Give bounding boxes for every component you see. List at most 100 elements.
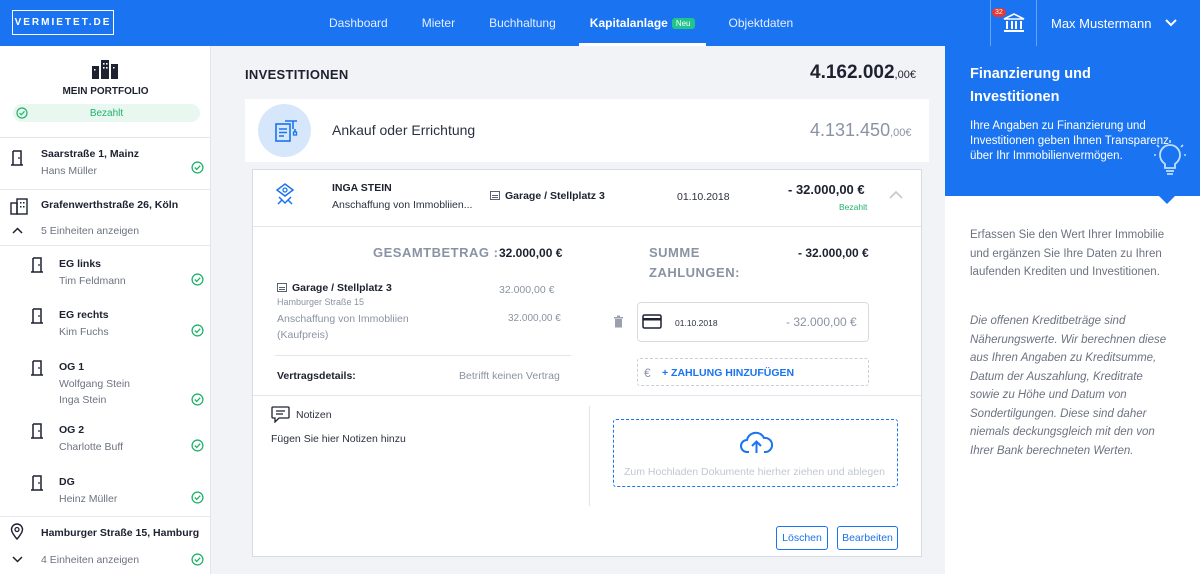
category-amount-cents: ,00€ [890,127,912,139]
nav-label: Kapitalanlage [589,16,668,30]
nav-buchhaltung[interactable]: Buchhaltung [478,0,567,46]
property-address: Grafenwerthstraße 26, Köln [41,199,179,211]
chevron-up-icon[interactable] [889,190,903,199]
unit-name: OG 2 [59,424,85,436]
property-item[interactable]: Hamburger Straße 15, Hamburg 4 Einheiten… [0,516,211,574]
portfolio-header[interactable]: MEIN PORTFOLIO Bezahlt [0,46,211,138]
entry-date: 01.10.2018 [677,191,730,203]
payments-label-line2: ZAHLUNGEN: [649,265,740,280]
payment-date: 01.10.2018 [675,318,718,328]
item-description: Anschaffung von Immobliien [277,313,409,325]
credit-card-icon [642,314,662,329]
category-card[interactable]: Ankauf oder Errichtung 4.131.450,00€ [245,99,929,162]
contract-label: Vertragsdetails: [277,370,356,382]
property-item[interactable]: Grafenwerthstraße 26, Köln 5 Einheiten a… [0,190,211,246]
notes-input[interactable]: Fügen Sie hier Notizen hinzu [271,433,406,445]
nav-dashboard[interactable]: Dashboard [318,0,399,46]
category-label: Ankauf oder Errichtung [332,122,476,138]
chevron-down-icon[interactable] [12,556,23,563]
nav-objektdaten[interactable]: Objektdaten [718,0,805,46]
item-address: Hamburger Straße 15 [277,297,365,307]
door-icon [31,257,43,273]
property-tenant: Hans Müller [41,165,98,177]
unit-tenant: Heinz Müller [59,493,118,505]
info-panel: Finanzierung und Investitionen Ihre Anga… [945,46,1200,574]
payment-item[interactable]: 01.10.2018 - 32.000,00 € [637,302,869,342]
contract-value: Betrifft keinen Vertrag [459,370,560,382]
location-pin-icon [10,523,24,540]
door-icon [31,360,43,376]
unit-name: OG 1 [59,361,85,373]
portfolio-title: MEIN PORTFOLIO [62,86,149,97]
sidebar: MEIN PORTFOLIO Bezahlt Saarstraße 1, Mai… [0,46,211,574]
property-address: Hamburger Straße 15, Hamburg [41,527,200,539]
info-panel-pointer [1159,196,1175,204]
category-icon-circle [258,104,311,157]
item-description-sub: (Kaufpreis) [277,329,329,341]
unit-tenant: Charlotte Buff [59,441,124,453]
add-payment-button[interactable]: € + ZAHLUNG HINZUFÜGEN [637,358,869,386]
construction-document-icon [274,119,297,142]
new-badge: Neu [671,17,695,29]
divider [275,355,571,356]
notes-title: Notizen [296,409,332,421]
nav-kapitalanlage[interactable]: Kapitalanlage Neu [578,0,706,46]
logo[interactable]: VERMIETET.DE [12,10,114,35]
notification-badge: 32 [992,8,1006,17]
unit-tenant: Tim Feldmann [59,275,126,287]
check-circle-icon [16,107,28,119]
check-circle-icon [191,439,204,452]
property-item[interactable]: Saarstraße 1, Mainz Hans Müller [0,138,211,190]
handshake-icon [275,183,295,205]
check-circle-icon [191,393,204,406]
unit-tenant: Wolfgang Stein [59,378,131,390]
entry-object-label: Garage / Stellplatz 3 [505,190,605,202]
total-value: 32.000,00 € [499,246,563,260]
info-title: Finanzierung und Investitionen [970,66,1091,105]
building-icon [10,198,28,215]
check-circle-icon [191,553,204,566]
total-cents: ,00€ [894,69,916,81]
units-toggle[interactable]: 5 Einheiten anzeigen [41,225,139,237]
bank-button[interactable]: 32 [990,0,1037,46]
divider [589,406,590,506]
nav-label: Mieter [421,16,456,30]
entry-header[interactable]: INGA STEIN Anschaffung von Immobliien...… [253,170,921,227]
door-icon [31,423,43,439]
chevron-down-icon [1165,19,1178,27]
euro-icon: € [644,366,651,380]
edit-button[interactable]: Bearbeiten [837,526,898,550]
buildings-icon [92,60,118,79]
check-circle-icon [191,161,204,174]
nav-label: Buchhaltung [489,16,556,30]
unit-tenant: Inga Stein [59,394,107,406]
payments-value: - 32.000,00 € [798,246,869,260]
chevron-up-icon[interactable] [12,227,23,234]
info-panel-header: Finanzierung und Investitionen Ihre Anga… [945,46,1200,196]
comment-icon [271,406,290,423]
door-icon [31,308,43,324]
investment-detail-card: INGA STEIN Anschaffung von Immobliien...… [252,169,922,557]
units-toggle[interactable]: 4 Einheiten anzeigen [41,554,139,566]
item-description-amount: 32.000,00 € [508,313,561,324]
delete-button[interactable]: Löschen [776,526,828,550]
investments-total: 4.162.002,00€ [810,62,916,84]
upload-dropzone[interactable]: Zum Hochladen Dokumente hierher ziehen u… [613,419,898,487]
total-amount: 4.162.002 [810,62,895,83]
door-icon [11,150,23,166]
unit-name: DG [59,476,75,488]
door-icon [31,475,43,491]
lightbulb-icon [1154,140,1186,175]
unit-tenant: Kim Fuchs [59,326,109,338]
garage-icon [277,283,287,292]
user-menu[interactable]: Max Mustermann [1051,0,1178,46]
main-nav: Dashboard Mieter Buchhaltung Kapitalanla… [318,0,816,46]
item-amount: 32.000,00 € [499,284,555,296]
payment-amount: - 32.000,00 € [786,315,857,329]
units-list: EG links Tim Feldmann EG rechts Kim Fuch… [0,246,211,506]
add-payment-label: + ZAHLUNG HINZUFÜGEN [662,367,795,379]
entry-status: Bezahlt [839,202,868,212]
unit-name: EG links [59,258,102,270]
nav-mieter[interactable]: Mieter [411,0,466,46]
trash-icon[interactable] [613,315,624,328]
